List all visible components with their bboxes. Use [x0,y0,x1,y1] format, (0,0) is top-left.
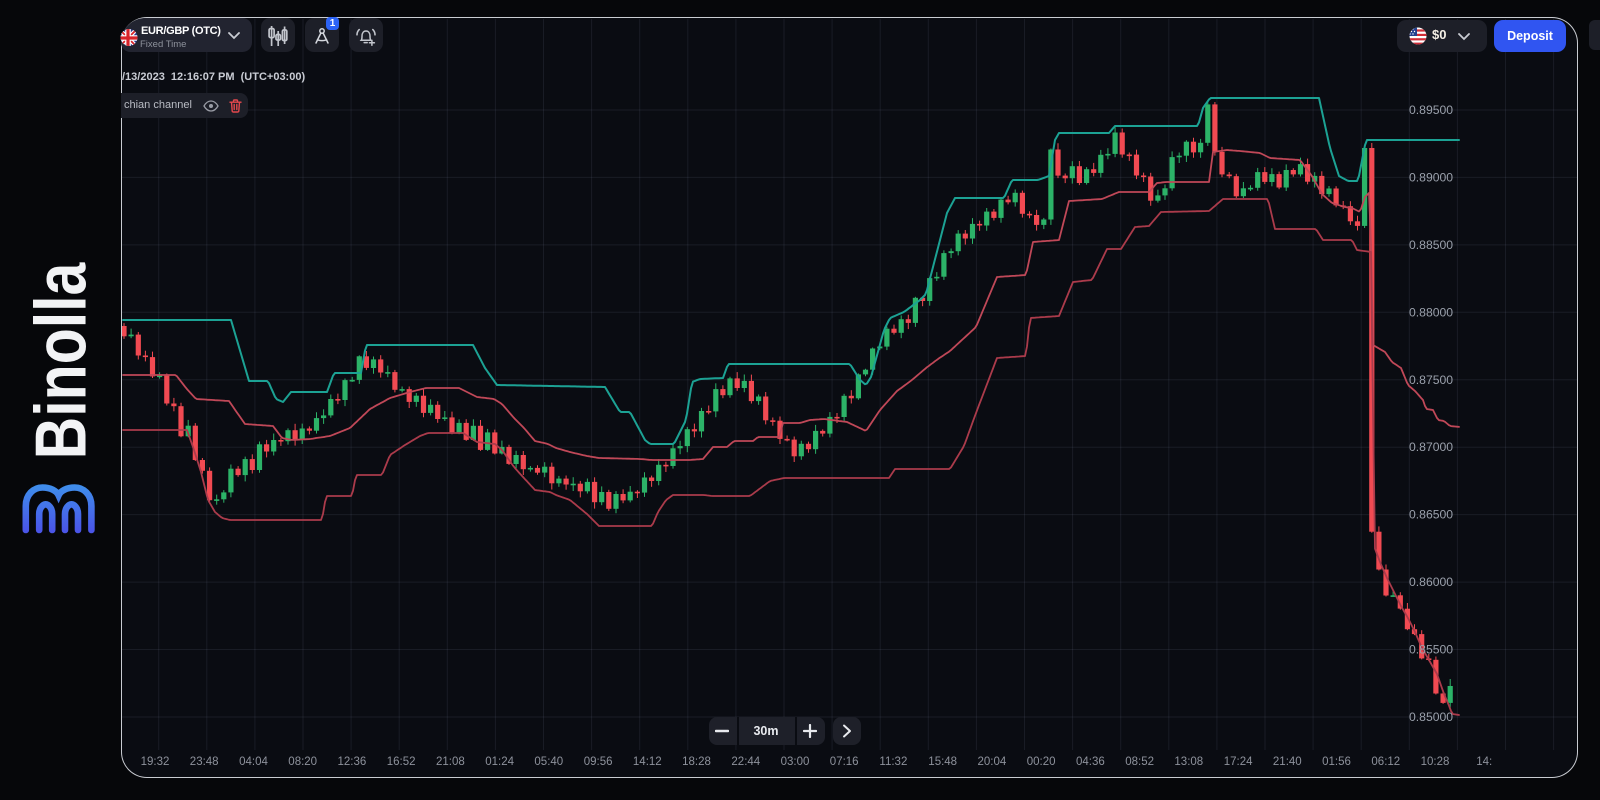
svg-text:17:24: 17:24 [1224,756,1253,768]
svg-text:0.89000: 0.89000 [1409,170,1453,184]
svg-text:0.89500: 0.89500 [1409,103,1453,117]
svg-text:0.85500: 0.85500 [1409,643,1453,657]
svg-text:14:: 14: [1476,756,1492,768]
svg-text:12:36: 12:36 [338,756,367,768]
svg-text:07:16: 07:16 [830,756,859,768]
svg-text:23:48: 23:48 [190,756,219,768]
svg-text:08:20: 08:20 [288,756,317,768]
svg-text:21:08: 21:08 [436,756,465,768]
svg-text:0.85000: 0.85000 [1409,710,1453,724]
svg-text:0.87000: 0.87000 [1409,440,1453,454]
svg-text:01:56: 01:56 [1322,756,1351,768]
svg-text:20:04: 20:04 [978,756,1007,768]
svg-text:06:12: 06:12 [1371,756,1400,768]
svg-text:04:04: 04:04 [239,756,268,768]
svg-text:04:36: 04:36 [1076,756,1105,768]
svg-text:05:40: 05:40 [534,756,563,768]
svg-text:10:28: 10:28 [1421,756,1450,768]
svg-text:01:24: 01:24 [485,756,514,768]
svg-text:0.86000: 0.86000 [1409,575,1453,589]
svg-text:19:32: 19:32 [141,756,170,768]
svg-text:11:32: 11:32 [879,756,907,768]
svg-text:08:52: 08:52 [1125,756,1154,768]
svg-text:15:48: 15:48 [928,756,957,768]
svg-text:0.88500: 0.88500 [1409,238,1453,252]
svg-text:03:00: 03:00 [781,756,810,768]
svg-text:09:56: 09:56 [584,756,613,768]
svg-text:0.86500: 0.86500 [1409,508,1453,522]
svg-text:21:40: 21:40 [1273,756,1302,768]
svg-text:13:08: 13:08 [1174,756,1203,768]
svg-text:0.88000: 0.88000 [1409,305,1453,319]
svg-text:18:28: 18:28 [682,756,711,768]
svg-text:22:44: 22:44 [731,756,760,768]
svg-text:00:20: 00:20 [1027,756,1056,768]
svg-text:16:52: 16:52 [387,756,416,768]
svg-text:0.87500: 0.87500 [1409,373,1453,387]
svg-text:14:12: 14:12 [633,756,662,768]
